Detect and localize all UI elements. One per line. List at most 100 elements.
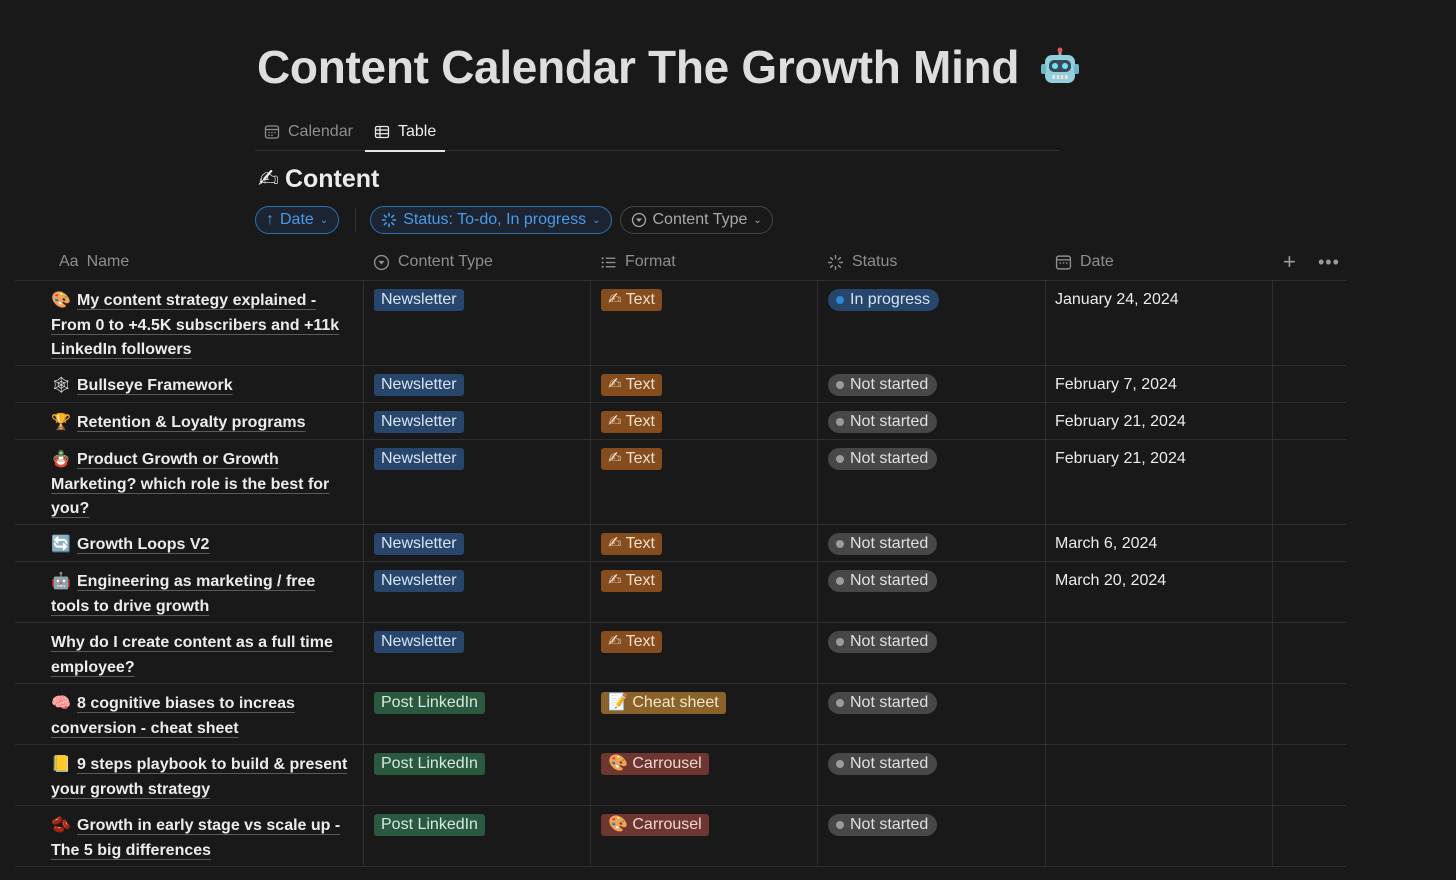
status-badge[interactable]: Not started — [828, 411, 938, 433]
row-name-cell[interactable]: 🪆 Product Growth or Growth Marketing? whi… — [51, 448, 356, 522]
format-tag-label: Cheat sheet — [632, 694, 719, 711]
status-badge-label: Not started — [850, 572, 929, 589]
status-badge[interactable]: Not started — [828, 448, 938, 470]
content-type-tag[interactable]: Newsletter — [374, 631, 464, 653]
table-row[interactable]: 🧠 8 cognitive biases to increas conversio… — [15, 684, 1346, 745]
format-tag[interactable]: ✍ Text — [601, 374, 662, 396]
row-name-link[interactable]: Growth Loops V2 — [77, 536, 209, 553]
format-tag[interactable]: ✍ Text — [601, 631, 662, 653]
format-tag[interactable]: 📝 Cheat sheet — [601, 692, 726, 714]
row-name-link[interactable]: Bullseye Framework — [77, 377, 233, 394]
row-date[interactable]: February 7, 2024 — [1055, 374, 1177, 396]
column-format-label: Format — [625, 253, 676, 270]
row-name-cell[interactable]: Why do I create content as a full time e… — [51, 631, 356, 680]
column-divider — [1272, 684, 1273, 744]
content-type-tag[interactable]: Post LinkedIn — [374, 753, 485, 775]
table-row[interactable]: 🕸 Bullseye Framework Newsletter ✍ Text Not s… — [15, 366, 1346, 403]
row-name-cell[interactable]: 🔄 Growth Loops V2 — [51, 533, 356, 558]
format-tag[interactable]: 🎨 Carrousel — [601, 753, 709, 775]
row-name-cell[interactable]: 🧠 8 cognitive biases to increas conversio… — [51, 692, 356, 741]
tab-table[interactable]: Table — [365, 112, 446, 152]
more-options-icon[interactable]: ••• — [1318, 243, 1340, 281]
table-row[interactable]: 🤖 Engineering as marketing / free tools t… — [15, 562, 1346, 623]
row-name-cell[interactable]: 📒 9 steps playbook to build & present you… — [51, 753, 356, 802]
row-name-link[interactable]: Growth in early stage vs scale up - The … — [51, 817, 340, 859]
filter-divider — [355, 208, 357, 232]
format-tag[interactable]: 🎨 Carrousel — [601, 814, 709, 836]
row-name-link[interactable]: Product Growth or Growth Marketing? whic… — [51, 451, 329, 517]
column-divider — [817, 403, 818, 439]
column-divider — [590, 562, 591, 622]
status-badge[interactable]: Not started — [828, 753, 938, 775]
table-row[interactable]: 📒 9 steps playbook to build & present you… — [15, 745, 1346, 806]
add-property-icon[interactable]: + — [1283, 243, 1296, 281]
filter-bar: ↑ Date ⌄ Status: To-do, In progress ⌄ Co… — [255, 206, 773, 234]
row-date[interactable]: February 21, 2024 — [1055, 448, 1186, 470]
content-type-tag[interactable]: Post LinkedIn — [374, 692, 485, 714]
row-date[interactable]: March 20, 2024 — [1055, 570, 1166, 592]
format-tag[interactable]: ✍ Text — [601, 448, 662, 470]
status-badge[interactable]: Not started — [828, 533, 938, 555]
column-divider — [363, 623, 364, 683]
status-badge[interactable]: Not started — [828, 814, 938, 836]
status-filter-label: Status: To-do, In progress — [403, 211, 587, 228]
table-row[interactable]: 🪆 Product Growth or Growth Marketing? whi… — [15, 440, 1346, 525]
column-divider — [1045, 281, 1046, 365]
column-status[interactable]: Status — [827, 243, 897, 281]
table-row[interactable]: 🎨 My content strategy explained - From 0 … — [15, 281, 1346, 366]
column-divider — [1272, 623, 1273, 683]
row-name-cell[interactable]: 🫘 Growth in early stage vs scale up - The… — [51, 814, 356, 863]
row-name-cell[interactable]: 🎨 My content strategy explained - From 0 … — [51, 289, 356, 363]
column-divider — [363, 745, 364, 805]
format-tag-label: Text — [625, 291, 655, 308]
format-tag[interactable]: ✍ Text — [601, 411, 662, 433]
row-name-link[interactable]: Why do I create content as a full time e… — [51, 634, 333, 676]
column-content-type[interactable]: Content Type — [373, 243, 493, 281]
chevron-down-icon: ⌄ — [753, 214, 762, 226]
content-type-tag[interactable]: Newsletter — [374, 570, 464, 592]
status-badge[interactable]: Not started — [828, 692, 938, 714]
column-format[interactable]: Format — [600, 243, 676, 281]
row-name-link[interactable]: Retention & Loyalty programs — [77, 414, 305, 431]
status-filter-chip[interactable]: Status: To-do, In progress ⌄ — [370, 206, 612, 234]
table-row[interactable]: 🔄 Growth Loops V2 Newsletter ✍ Text Not star… — [15, 525, 1346, 562]
content-type-tag[interactable]: Newsletter — [374, 533, 464, 555]
row-name-link[interactable]: 8 cognitive biases to increas conversion… — [51, 695, 295, 737]
format-emoji-icon: ✍ — [608, 535, 622, 552]
row-name-link[interactable]: My content strategy explained - From 0 t… — [51, 292, 339, 358]
row-date[interactable]: January 24, 2024 — [1055, 289, 1179, 311]
content-type-filter-chip[interactable]: Content Type ⌄ — [619, 206, 773, 234]
row-name-cell[interactable]: 🤖 Engineering as marketing / free tools t… — [51, 570, 356, 619]
page-emoji-icon: 🫘 — [51, 817, 71, 834]
column-name[interactable]: Aa Name — [59, 243, 129, 281]
format-tag[interactable]: ✍ Text — [601, 570, 662, 592]
table-row[interactable]: Why do I create content as a full time e… — [15, 623, 1346, 684]
content-type-tag[interactable]: Newsletter — [374, 411, 464, 433]
column-divider — [817, 623, 818, 683]
status-badge[interactable]: In progress — [828, 289, 940, 311]
table-row[interactable]: 🫘 Growth in early stage vs scale up - The… — [15, 806, 1346, 867]
status-badge-label: Not started — [850, 633, 929, 650]
format-tag[interactable]: ✍ Text — [601, 533, 662, 555]
content-type-tag[interactable]: Newsletter — [374, 289, 464, 311]
table-row[interactable]: 🏆 Retention & Loyalty programs Newsletter ✍… — [15, 403, 1346, 440]
row-date[interactable]: March 6, 2024 — [1055, 533, 1157, 555]
row-name-cell[interactable]: 🏆 Retention & Loyalty programs — [51, 411, 356, 436]
row-name-link[interactable]: 9 steps playbook to build & present your… — [51, 756, 347, 798]
sort-date-chip[interactable]: ↑ Date ⌄ — [255, 206, 340, 234]
content-type-tag[interactable]: Newsletter — [374, 374, 464, 396]
status-badge[interactable]: Not started — [828, 570, 938, 592]
tab-calendar[interactable]: Calendar — [255, 112, 362, 151]
row-name-cell[interactable]: 🕸 Bullseye Framework — [51, 374, 356, 399]
row-name-link[interactable]: Engineering as marketing / free tools to… — [51, 573, 315, 615]
row-date[interactable]: February 21, 2024 — [1055, 411, 1186, 433]
status-badge[interactable]: Not started — [828, 374, 938, 396]
content-type-tag[interactable]: Newsletter — [374, 448, 464, 470]
column-divider — [1272, 745, 1273, 805]
status-badge[interactable]: Not started — [828, 631, 938, 653]
column-date[interactable]: Date — [1055, 243, 1114, 281]
format-tag[interactable]: ✍ Text — [601, 289, 662, 311]
content-type-tag[interactable]: Post LinkedIn — [374, 814, 485, 836]
tab-table-label: Table — [398, 122, 437, 140]
column-name-label: Name — [86, 253, 130, 270]
